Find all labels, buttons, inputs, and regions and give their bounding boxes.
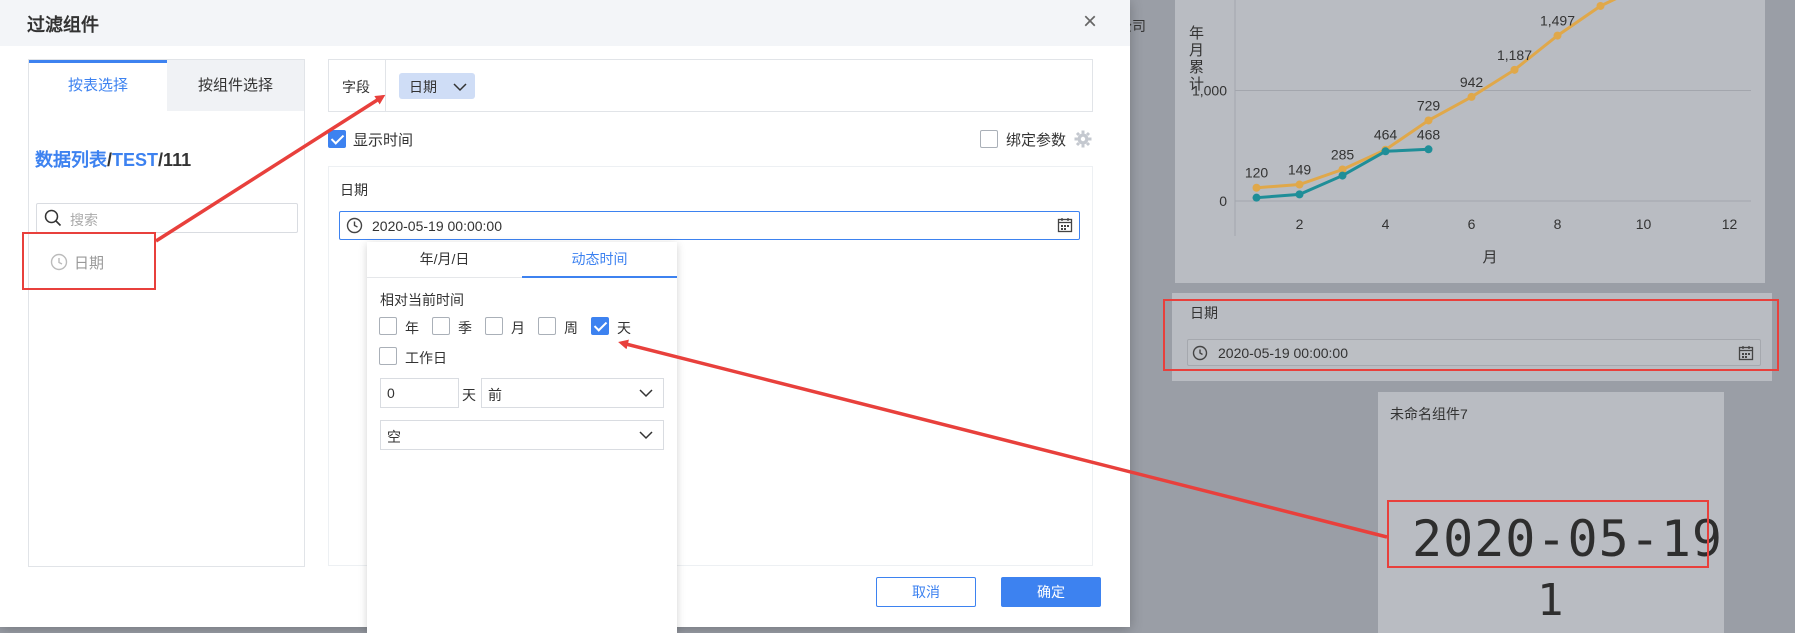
series-point xyxy=(1338,171,1347,180)
cumulative-line-chart: 1,00002,000年月累计24681012月1201492854644687… xyxy=(1189,0,1751,266)
data-label: 464 xyxy=(1374,127,1398,143)
chevron-down-icon[interactable] xyxy=(453,82,467,92)
field-chip-label: 日期 xyxy=(409,79,437,95)
relative-time-label: 相对当前时间 xyxy=(380,292,464,308)
x-axis-title: 月 xyxy=(1482,249,1497,266)
y-axis-title-char: 月 xyxy=(1189,42,1204,59)
series-point xyxy=(1252,193,1261,202)
card-title: 未命名组件7 xyxy=(1390,406,1468,422)
data-label: 1,187 xyxy=(1497,47,1532,63)
null-option-value: 空 xyxy=(387,429,401,445)
dynamic-time-dropdown: 年/月/日 动态时间 相对当前时间 年 季 月 周 天 工作日 0 天 前 空 xyxy=(367,242,677,633)
workday-checkbox[interactable] xyxy=(379,347,397,365)
series-point xyxy=(1295,190,1304,199)
chevron-down-icon xyxy=(639,389,653,398)
bind-param-checkbox[interactable] xyxy=(980,130,998,148)
dialog-title: 过滤组件 xyxy=(27,15,99,35)
y-axis-title-char: 计 xyxy=(1189,76,1204,93)
tab-by-component[interactable]: 按组件选择 xyxy=(167,60,304,111)
cancel-button[interactable]: 取消 xyxy=(876,577,976,607)
data-label: 149 xyxy=(1288,162,1312,178)
close-icon[interactable]: × xyxy=(1083,10,1097,34)
direction-value: 前 xyxy=(488,387,502,403)
field-drop-zone[interactable]: 字段 日期 xyxy=(328,59,1093,112)
x-tick-label: 4 xyxy=(1382,216,1390,232)
clock-icon xyxy=(346,217,363,234)
unit-day-label: 天 xyxy=(617,320,631,336)
table-path-breadcrumb: 数据列表/TEST/111 xyxy=(35,146,191,172)
unit-month-label: 月 xyxy=(511,320,525,336)
series-point xyxy=(1424,145,1433,154)
series-point xyxy=(1424,116,1433,125)
x-tick-label: 10 xyxy=(1636,216,1652,232)
unit-week-checkbox[interactable] xyxy=(538,317,556,335)
annotation-box-result xyxy=(1387,500,1709,568)
data-label: 729 xyxy=(1417,97,1441,113)
unit-year-label: 年 xyxy=(405,320,419,336)
breadcrumb-test[interactable]: TEST xyxy=(112,150,158,170)
unit-quarter-label: 季 xyxy=(458,320,472,336)
dialog-header: 过滤组件 × xyxy=(0,0,1130,46)
offset-value: 0 xyxy=(387,385,395,401)
data-label: 468 xyxy=(1417,126,1441,142)
line-chart-panel: 1,00002,000年月累计24681012月1201492854644687… xyxy=(1175,0,1765,283)
tab-ymd[interactable]: 年/月/日 xyxy=(367,242,522,278)
series-point xyxy=(1252,183,1261,192)
tab-dynamic-time[interactable]: 动态时间 xyxy=(522,242,677,278)
series-point xyxy=(1553,31,1562,40)
unit-day-checkbox[interactable] xyxy=(591,317,609,335)
date-time-value: 2020-05-19 00:00:00 xyxy=(372,218,502,234)
x-tick-label: 12 xyxy=(1722,216,1738,232)
gear-icon[interactable] xyxy=(1074,130,1092,148)
series-point xyxy=(1381,147,1390,156)
series-line xyxy=(1256,0,1617,190)
offset-unit-label: 天 xyxy=(462,387,476,403)
y-axis-title-char: 年 xyxy=(1189,25,1204,42)
direction-select[interactable]: 前 xyxy=(481,378,664,408)
data-label: 942 xyxy=(1460,74,1484,90)
workday-label: 工作日 xyxy=(405,350,447,366)
unit-month-checkbox[interactable] xyxy=(485,317,503,335)
calendar-icon[interactable] xyxy=(1057,217,1073,233)
x-tick-label: 6 xyxy=(1468,216,1476,232)
preview-title: 日期 xyxy=(340,182,368,198)
y-axis-title-char: 累 xyxy=(1189,59,1204,76)
offset-number-input[interactable]: 0 xyxy=(380,378,459,408)
field-chip-date[interactable]: 日期 xyxy=(399,73,475,99)
chevron-down-icon xyxy=(639,431,653,440)
field-divider xyxy=(385,60,386,111)
unit-year-checkbox[interactable] xyxy=(379,317,397,335)
breadcrumb-data-list[interactable]: 数据列表 xyxy=(35,150,107,170)
unit-week-label: 周 xyxy=(564,320,578,336)
tab-by-table[interactable]: 按表选择 xyxy=(29,60,167,111)
unit-quarter-checkbox[interactable] xyxy=(432,317,450,335)
x-tick-label: 2 xyxy=(1296,216,1304,232)
series-point xyxy=(1596,1,1605,10)
series-point xyxy=(1467,92,1476,101)
search-icon xyxy=(44,209,62,227)
show-time-label: 显示时间 xyxy=(353,132,414,149)
null-option-select[interactable]: 空 xyxy=(380,420,664,450)
annotation-box-field xyxy=(22,232,156,290)
ok-button[interactable]: 确定 xyxy=(1001,577,1101,607)
date-time-input[interactable]: 2020-05-19 00:00:00 xyxy=(339,211,1080,240)
field-search-input[interactable]: 搜索 xyxy=(36,203,298,233)
x-tick-label: 8 xyxy=(1554,216,1562,232)
show-time-checkbox[interactable] xyxy=(328,130,346,148)
series-point xyxy=(1295,180,1304,189)
data-label: 120 xyxy=(1245,165,1269,181)
bind-param-label: 绑定参数 xyxy=(1006,132,1067,149)
search-placeholder: 搜索 xyxy=(70,212,98,228)
field-label: 字段 xyxy=(342,79,370,95)
annotation-box-filter xyxy=(1163,299,1779,371)
data-label: 1,497 xyxy=(1540,13,1575,29)
card-count-value: 1 xyxy=(1537,575,1564,626)
filter-component-dialog: 过滤组件 × 按表选择 按组件选择 数据列表/TEST/111 搜索 日期 字段… xyxy=(0,0,1130,633)
breadcrumb-table: 111 xyxy=(163,150,192,170)
source-selection-pane: 按表选择 按组件选择 数据列表/TEST/111 搜索 日期 xyxy=(28,59,305,567)
data-label: 285 xyxy=(1331,147,1355,163)
series-point xyxy=(1510,65,1519,74)
y-tick-label: 0 xyxy=(1219,193,1227,209)
